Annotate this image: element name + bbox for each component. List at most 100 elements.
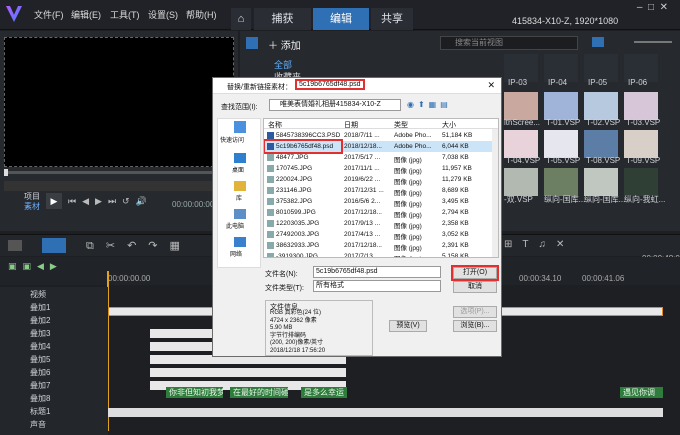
file-row[interactable]: 27492003.JPG 2017/4/13 ... 图像 (jpg) 3,052 K… xyxy=(264,229,492,241)
play-button[interactable]: ▶ xyxy=(46,193,62,209)
file-list-scrollbar[interactable] xyxy=(492,129,498,257)
track-controls[interactable]: ▣▣◀▶ xyxy=(8,261,63,272)
computer-icon[interactable] xyxy=(234,209,246,219)
lookin-select[interactable]: 唯美表情婚礼相册415834-X10-Z xyxy=(269,99,401,111)
preview-button[interactable]: 预览(V) xyxy=(389,320,427,332)
filename-input[interactable]: 5c19b6765df48.psd xyxy=(313,266,441,278)
file-size: 8,689 KB xyxy=(442,187,469,194)
view-toggle-icon[interactable] xyxy=(592,37,604,47)
search-input[interactable]: 搜索当前视图 xyxy=(440,36,578,50)
close-icon[interactable]: ✕ xyxy=(487,80,495,91)
menu-file[interactable]: 文件(F) xyxy=(34,8,64,21)
quick-access-icon[interactable] xyxy=(234,121,246,133)
thumb-item[interactable] xyxy=(544,168,578,196)
file-info-box: 文件信息 RGB 真彩色(24 位) 4724 x 2362 像素 5.90 M… xyxy=(265,300,373,356)
file-row[interactable]: 8010599.JPG 2017/12/18... 图像 (jpg) 2,794 KB xyxy=(264,207,492,219)
thumb-item[interactable] xyxy=(504,130,538,158)
home-icon[interactable]: ⌂ xyxy=(231,8,251,30)
thumb-item[interactable] xyxy=(504,92,538,120)
clip[interactable] xyxy=(150,368,346,377)
place-network[interactable]: 网络 xyxy=(230,249,242,258)
thumb-item[interactable] xyxy=(624,130,658,158)
track-header[interactable]: 叠加5 xyxy=(0,352,108,365)
subtitle-clip[interactable]: 是多么幸运 xyxy=(301,387,347,398)
tab-share[interactable]: 共享 xyxy=(371,8,413,30)
add-button[interactable]: ＋ 添加 xyxy=(268,37,301,52)
subtitle-clip[interactable]: 在最好的时间碰 xyxy=(230,387,288,398)
file-row[interactable]: 12203035.JPG 2017/9/13 ... 图像 (jpg) 2,358 K… xyxy=(264,218,492,230)
file-list-header: 名称 日期 类型 大小 xyxy=(264,119,498,130)
track-header[interactable]: 叠加2 xyxy=(0,313,108,326)
col-size[interactable]: 大小 xyxy=(442,120,456,130)
trim-bar[interactable] xyxy=(4,181,234,191)
place-desktop[interactable]: 桌面 xyxy=(232,165,244,174)
file-row[interactable]: 220024.JPG 2019/6/22 ... 图像 (jpg) 11,279 KB xyxy=(264,174,492,186)
dialog-title: 替换/重新链接素材： xyxy=(227,84,292,91)
thumb-item[interactable] xyxy=(624,92,658,120)
thumb-item[interactable] xyxy=(544,92,578,120)
track-header[interactable]: 叠加8 xyxy=(0,391,108,404)
audio-clip[interactable] xyxy=(108,408,663,417)
tab-capture[interactable]: 捕获 xyxy=(254,8,311,30)
filetype-select[interactable]: 所有格式 xyxy=(313,280,441,292)
track-header[interactable]: 叠加4 xyxy=(0,339,108,352)
subtitle-clip[interactable]: 遇见你调 xyxy=(620,387,663,398)
col-date[interactable]: 日期 xyxy=(344,120,358,130)
file-row[interactable]: 48477.JPG 2017/5/17 ... 图像 (jpg) 7,038 KB xyxy=(264,152,492,164)
file-date: 2017/11/1 ... xyxy=(344,165,380,172)
thumb-item[interactable] xyxy=(624,168,658,196)
network-icon[interactable] xyxy=(234,237,246,247)
thumb-item[interactable] xyxy=(584,130,618,158)
file-type: Adobe Pho... xyxy=(394,143,432,150)
track-header[interactable]: 声音 xyxy=(0,417,108,430)
thumb-item[interactable] xyxy=(504,168,538,196)
mode-clip[interactable]: 素材 xyxy=(24,201,40,212)
nav-folder-icons[interactable]: ◉⬆▦▤ xyxy=(407,100,452,109)
file-row[interactable]: 5c19b6765df48.psd 2018/12/18... Adobe Pho.… xyxy=(264,139,492,154)
menu-help[interactable]: 帮助(H) xyxy=(186,8,217,21)
place-library[interactable]: 库 xyxy=(236,193,242,202)
thumb-item[interactable] xyxy=(584,168,618,196)
filetype-label: 文件类型(T): xyxy=(265,285,304,292)
track-header[interactable]: 叠加7 xyxy=(0,378,108,391)
subtitle-clip[interactable]: 你非但知初我梦 xyxy=(166,387,223,398)
library-folder-icon[interactable] xyxy=(234,181,246,191)
thumb-item[interactable] xyxy=(584,92,618,120)
col-type[interactable]: 类型 xyxy=(394,120,408,130)
menu-edit[interactable]: 编辑(E) xyxy=(71,8,101,21)
place-this-pc[interactable]: 此电脑 xyxy=(226,221,244,230)
track-header[interactable]: 叠加6 xyxy=(0,365,108,378)
track-header[interactable]: 叠加1 xyxy=(0,300,108,313)
file-row[interactable]: 5845738396CC3.PSD 2018/7/11 ... Adobe Pho.… xyxy=(264,130,492,141)
track-header[interactable]: 标题1 xyxy=(0,404,108,417)
file-row[interactable]: 170745.JPG 2017/11/1 ... 图像 (jpg) 11,957 KB xyxy=(264,163,492,175)
file-row[interactable]: -3919300.JPG 2017/7/13 ... 图像 (jpg) 5,158 K… xyxy=(264,251,492,257)
cancel-button[interactable]: 取消 xyxy=(453,281,497,293)
col-name[interactable]: 名称 xyxy=(268,120,282,130)
file-size: 3,052 KB xyxy=(442,231,469,238)
desktop-icon[interactable] xyxy=(234,153,246,163)
file-size: 2,358 KB xyxy=(442,220,469,227)
track-header[interactable]: 视频 xyxy=(0,287,108,300)
thumb-label: T-05.VSP xyxy=(546,156,581,165)
timeline-view-icon[interactable] xyxy=(42,238,66,253)
scrubber-track[interactable] xyxy=(4,169,234,176)
file-row[interactable]: 231146.JPG 2017/12/31 ... 图像 (jpg) 8,689 KB xyxy=(264,185,492,197)
thumb-size-slider[interactable] xyxy=(634,41,672,43)
place-quick-access[interactable]: 快速访问 xyxy=(220,135,244,144)
edit-tools[interactable]: ⧉✂↶↷▦ xyxy=(86,239,192,253)
file-row[interactable]: 375382.JPG 2016/5/6 2... 图像 (jpg) 3,495 KB xyxy=(264,196,492,208)
open-button[interactable]: 打开(O) xyxy=(451,265,499,281)
right-tools[interactable]: ⊞T♫✕ xyxy=(504,239,574,250)
browse-button[interactable]: 浏览(B)... xyxy=(453,320,497,332)
menu-tools[interactable]: 工具(T) xyxy=(110,8,140,21)
thumb-item[interactable] xyxy=(544,130,578,158)
tab-edit[interactable]: 编辑 xyxy=(313,8,369,30)
transport-controls[interactable]: ⏮◀▶⏭↺🔊 xyxy=(68,196,153,207)
info-line: RGB 真彩色(24 位) xyxy=(270,310,322,316)
storyboard-view-icon[interactable] xyxy=(8,240,22,251)
window-controls[interactable]: ‒ □ ✕ xyxy=(637,2,668,13)
file-row[interactable]: 38632933.JPG 2017/12/18... 图像 (jpg) 2,391 K… xyxy=(264,240,492,252)
track-header[interactable]: 叠加3 xyxy=(0,326,108,339)
menu-settings[interactable]: 设置(S) xyxy=(148,8,178,21)
